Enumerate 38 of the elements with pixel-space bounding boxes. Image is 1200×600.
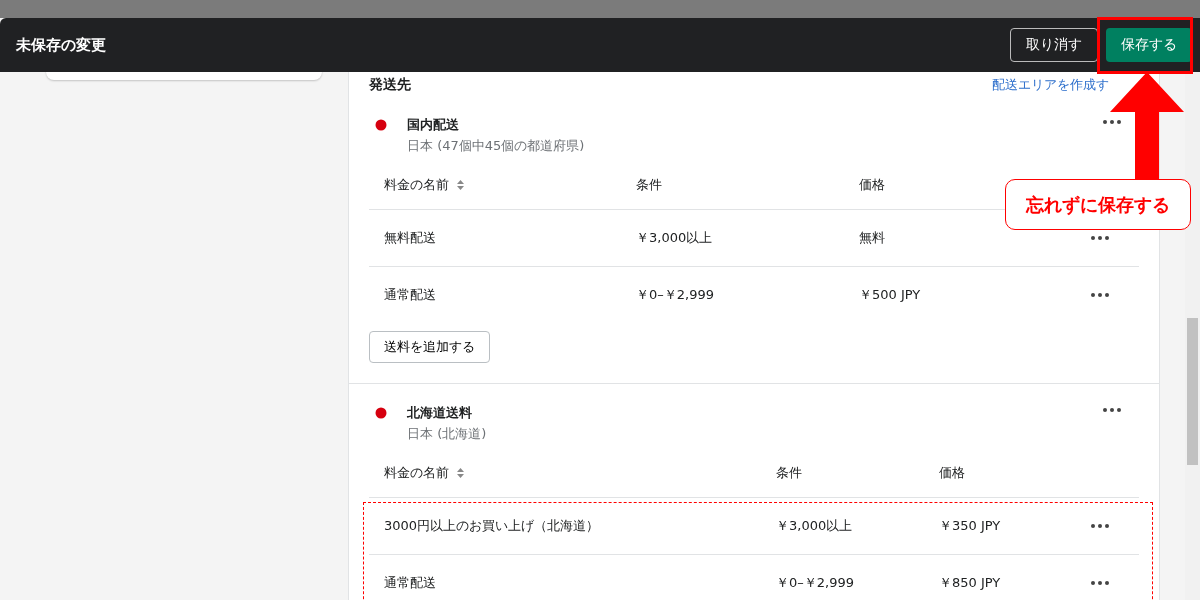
sort-icon[interactable]	[457, 180, 464, 190]
table-cell-text: 無料	[859, 229, 886, 247]
column-header: 価格	[859, 176, 886, 194]
table-cell-text: ￥3,000以上	[776, 517, 854, 535]
flag-icon	[375, 119, 387, 131]
table-cell-text: 無料配送	[383, 229, 437, 247]
flag-icon	[375, 407, 387, 419]
zone-name: 北海道送料	[407, 404, 473, 422]
table-cell-text: ￥850 JPY	[939, 574, 1002, 592]
column-header: 条件	[776, 464, 803, 482]
table-cell-text: ￥0–￥2,999	[636, 286, 715, 304]
table-cell-text: ￥3,000以上	[636, 229, 714, 247]
create-zone-link[interactable]: 配送エリアを作成す	[992, 76, 1109, 94]
add-rate-button[interactable]: 送料を追加する	[369, 331, 490, 363]
more-icon	[1103, 120, 1121, 124]
column-header: 価格	[939, 464, 966, 482]
sort-icon[interactable]	[457, 468, 464, 478]
more-icon	[1091, 236, 1109, 240]
column-header[interactable]: 料金の名前	[384, 464, 449, 482]
table-cell-text: ￥0–￥2,999	[776, 574, 855, 592]
callout: 忘れずに保存する	[1005, 179, 1191, 230]
table-cell-text: ￥350 JPY	[939, 517, 1002, 535]
column-header: 条件	[636, 176, 663, 194]
zone-subtitle: 日本 (北海道)	[407, 425, 488, 443]
table-cell-text: ￥500 JPY	[859, 286, 922, 304]
more-icon	[1091, 524, 1109, 528]
more-icon	[1103, 408, 1121, 412]
save-bar-title: 未保存の変更	[16, 35, 107, 55]
zone-subtitle: 日本 (47個中45個の都道府県)	[407, 137, 586, 155]
table-cell-text: 通常配送	[383, 286, 437, 304]
column-header[interactable]: 料金の名前	[384, 176, 449, 194]
more-icon	[1091, 293, 1109, 297]
zone-name: 国内配送	[407, 116, 460, 134]
table-cell-text: 3000円以上のお買い上げ（北海道）	[383, 517, 601, 535]
save-button[interactable]: 保存する	[1106, 28, 1192, 62]
table-cell-text: 通常配送	[383, 574, 437, 592]
more-icon	[1091, 581, 1109, 585]
section-title: 発送先	[369, 76, 411, 94]
